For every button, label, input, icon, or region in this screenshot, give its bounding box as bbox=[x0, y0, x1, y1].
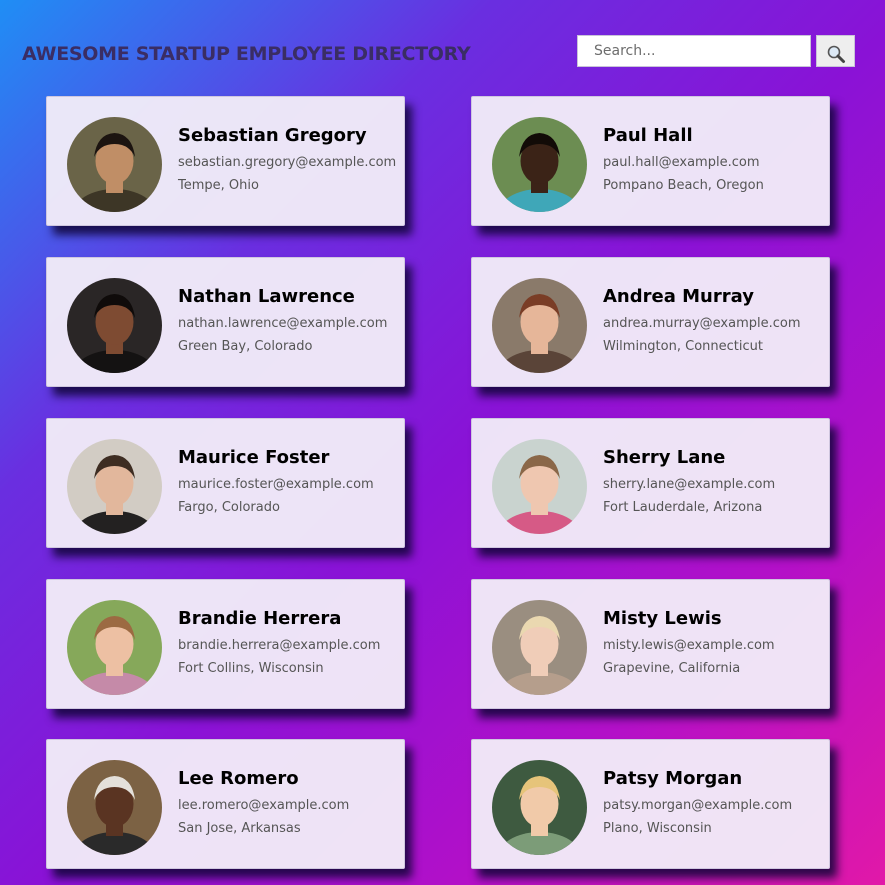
employee-card[interactable]: Maurice Foster maurice.foster@example.com… bbox=[46, 418, 405, 548]
employee-location: Fargo, Colorado bbox=[178, 500, 280, 515]
employee-name: Misty Lewis bbox=[603, 608, 722, 629]
employee-location: Plano, Wisconsin bbox=[603, 821, 712, 836]
employee-email: sherry.lane@example.com bbox=[603, 477, 776, 492]
employee-email: andrea.murray@example.com bbox=[603, 316, 801, 331]
employee-location: Fort Collins, Wisconsin bbox=[178, 661, 324, 676]
employee-name: Lee Romero bbox=[178, 768, 299, 789]
employee-email: paul.hall@example.com bbox=[603, 155, 760, 170]
employee-name: Nathan Lawrence bbox=[178, 286, 355, 307]
employee-card[interactable]: Andrea Murray andrea.murray@example.com Wi… bbox=[471, 257, 830, 387]
employee-avatar bbox=[67, 760, 162, 855]
employee-avatar bbox=[492, 600, 587, 695]
employee-avatar bbox=[492, 760, 587, 855]
employee-email: patsy.morgan@example.com bbox=[603, 798, 793, 813]
employee-email: sebastian.gregory@example.com bbox=[178, 155, 397, 170]
employee-name: Sebastian Gregory bbox=[178, 125, 367, 146]
employee-avatar bbox=[67, 278, 162, 373]
employee-avatar bbox=[67, 600, 162, 695]
employee-avatar bbox=[67, 439, 162, 534]
employee-card[interactable]: Paul Hall paul.hall@example.com Pompano Be… bbox=[471, 96, 830, 226]
employee-email: maurice.foster@example.com bbox=[178, 477, 374, 492]
employee-name: Brandie Herrera bbox=[178, 608, 342, 629]
employee-name: Patsy Morgan bbox=[603, 768, 743, 789]
employee-card[interactable]: Lee Romero lee.romero@example.com San Jose… bbox=[46, 739, 405, 869]
employee-avatar bbox=[492, 278, 587, 373]
employee-name: Paul Hall bbox=[603, 125, 693, 146]
employee-card[interactable]: Sherry Lane sherry.lane@example.com Fort L… bbox=[471, 418, 830, 548]
employee-location: Fort Lauderdale, Arizona bbox=[603, 500, 763, 515]
page-title: AWESOME STARTUP EMPLOYEE DIRECTORY bbox=[22, 43, 471, 65]
employee-name: Maurice Foster bbox=[178, 447, 330, 468]
search-input[interactable] bbox=[577, 35, 811, 67]
search-button[interactable] bbox=[816, 35, 855, 67]
employee-email: nathan.lawrence@example.com bbox=[178, 316, 388, 331]
employee-card[interactable]: Sebastian Gregory sebastian.gregory@examp… bbox=[46, 96, 405, 226]
employee-location: San Jose, Arkansas bbox=[178, 821, 301, 836]
employee-card[interactable]: Patsy Morgan patsy.morgan@example.com Plan… bbox=[471, 739, 830, 869]
employee-avatar bbox=[492, 117, 587, 212]
employee-location: Pompano Beach, Oregon bbox=[603, 178, 764, 193]
employee-email: brandie.herrera@example.com bbox=[178, 638, 381, 653]
employee-card[interactable]: Nathan Lawrence nathan.lawrence@example.c… bbox=[46, 257, 405, 387]
employee-card[interactable]: Brandie Herrera brandie.herrera@example.c… bbox=[46, 579, 405, 709]
employee-card[interactable]: Misty Lewis misty.lewis@example.com Grapev… bbox=[471, 579, 830, 709]
employee-email: misty.lewis@example.com bbox=[603, 638, 775, 653]
employee-location: Green Bay, Colorado bbox=[178, 339, 313, 354]
employee-name: Andrea Murray bbox=[603, 286, 754, 307]
employee-location: Grapevine, California bbox=[603, 661, 741, 676]
employee-avatar bbox=[492, 439, 587, 534]
employee-avatar bbox=[67, 117, 162, 212]
employee-email: lee.romero@example.com bbox=[178, 798, 350, 813]
employee-name: Sherry Lane bbox=[603, 447, 726, 468]
employee-location: Tempe, Ohio bbox=[178, 178, 259, 193]
magnifier-icon bbox=[827, 45, 845, 63]
employee-location: Wilmington, Connecticut bbox=[603, 339, 763, 354]
